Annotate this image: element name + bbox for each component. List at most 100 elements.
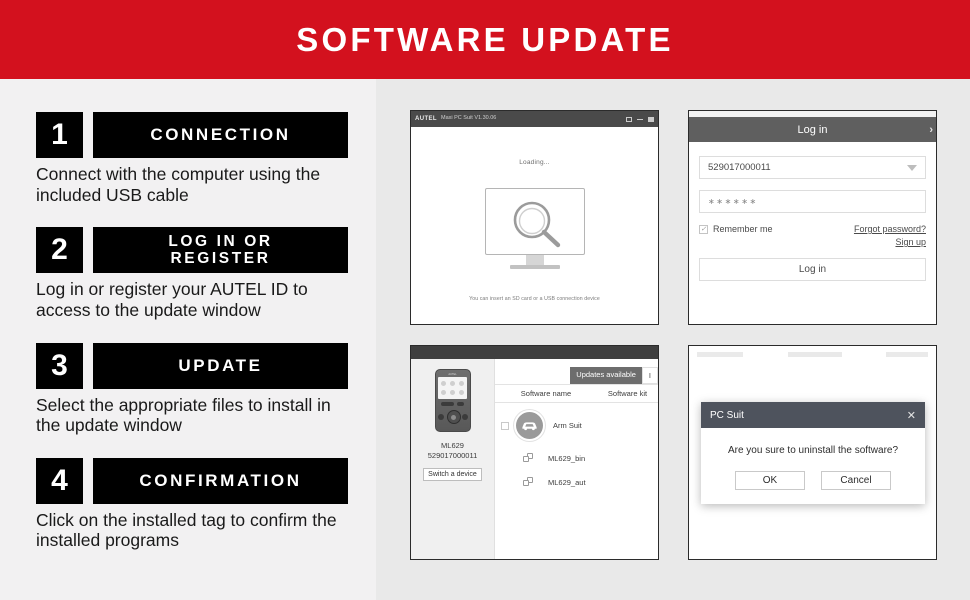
dialog-titlebar: PC Suit ✕ <box>701 402 925 428</box>
screenshot-confirmation: PC Suit ✕ Are you sure to uninstall the … <box>688 345 937 560</box>
connection-window-title: Maxi PC Suit V1.30.06 <box>441 115 497 122</box>
step-4-header: 4 CONFIRMATION <box>36 457 348 504</box>
signup-row: Sign up <box>699 237 926 247</box>
ok-button[interactable]: OK <box>735 471 805 490</box>
dpad-center-button <box>451 414 456 420</box>
page-title: SOFTWARE UPDATE <box>296 20 674 58</box>
minimize-icon[interactable] <box>637 118 643 120</box>
confirmation-background: PC Suit ✕ Are you sure to uninstall the … <box>689 346 936 559</box>
forgot-password-link[interactable]: Forgot password? <box>854 224 926 234</box>
row-software-name: ML629_aut <box>548 477 586 487</box>
step-1-header: 1 CONNECTION <box>36 112 348 158</box>
step-3-number: 3 <box>36 342 83 389</box>
tab-updates-available[interactable]: Updates available <box>570 367 642 384</box>
screenshot-update: AUTEL ML629 529017000011 Switch a device… <box>410 345 659 560</box>
tab-installed[interactable]: I <box>641 367 658 384</box>
step-1: 1 CONNECTION Connect with the computer u… <box>36 112 348 205</box>
software-list-pane: Updates available I Software name Softwa… <box>495 359 658 559</box>
login-title-text: Log in <box>797 123 828 136</box>
monitor-neck <box>525 255 544 265</box>
step-2-description: Log in or register your AUTEL ID to acce… <box>36 279 308 320</box>
chevron-right-icon[interactable]: › <box>929 124 933 136</box>
file-copy-icon <box>523 453 534 463</box>
device-icon-5 <box>449 390 455 396</box>
loading-text: Loading... <box>519 159 550 166</box>
step-2-label: LOG IN OR REGISTER <box>93 227 348 274</box>
device-serial: 529017000011 <box>427 451 478 460</box>
login-titlebar: Log in › <box>689 117 936 142</box>
device-icon-2 <box>449 380 455 386</box>
car-icon <box>516 412 543 439</box>
close-icon[interactable] <box>648 116 654 122</box>
password-field[interactable]: ∗∗∗∗∗∗ <box>699 190 926 213</box>
step-3-label: UPDATE <box>93 342 348 389</box>
uninstall-dialog: PC Suit ✕ Are you sure to uninstall the … <box>701 402 925 504</box>
close-icon[interactable]: ✕ <box>907 409 916 422</box>
step-2-label-line2: REGISTER <box>170 250 271 268</box>
row-checkbox[interactable] <box>501 421 509 430</box>
step-3-description: Select the appropriate files to install … <box>36 394 331 436</box>
device-button-wide <box>441 402 454 406</box>
device-sidebar: AUTEL ML629 529017000011 Switch a device <box>411 359 495 559</box>
ghost-bar-3 <box>886 352 928 357</box>
step-3-header: 3 UPDATE <box>36 342 348 389</box>
login-options-row: ✓ Remember me Forgot password? <box>699 224 926 234</box>
step-2: 2 LOG IN OR REGISTER Log in or register … <box>36 227 348 320</box>
file-copy-icon <box>523 477 534 487</box>
step-1-number: 1 <box>36 112 83 158</box>
device-icon-4 <box>441 390 447 396</box>
row-software-name: Arm Suit <box>553 421 582 430</box>
sign-up-link[interactable]: Sign up <box>895 237 926 247</box>
table-row[interactable]: Arm Suit <box>495 403 658 439</box>
ghost-bar-2 <box>787 352 842 357</box>
step-2-header: 2 LOG IN OR REGISTER <box>36 227 348 274</box>
step-4-description: Click on the installed tag to confirm th… <box>36 509 337 551</box>
step-1-label: CONNECTION <box>93 112 348 158</box>
step-2-number: 2 <box>36 227 83 274</box>
column-software-name: Software name <box>520 389 572 398</box>
dpad-left-button <box>437 414 444 420</box>
login-form: 529017000011 ∗∗∗∗∗∗ ✓ Remember me Forgot… <box>689 142 936 324</box>
restore-icon[interactable] <box>626 116 632 122</box>
dialog-buttons: OK Cancel <box>711 471 915 490</box>
password-value: ∗∗∗∗∗∗ <box>708 197 758 206</box>
dialog-title: PC Suit <box>710 409 744 421</box>
row-software-name: ML629_bin <box>548 453 586 463</box>
window-controls <box>626 116 654 122</box>
step-1-description: Connect with the computer using the incl… <box>36 164 321 205</box>
step-4: 4 CONFIRMATION Click on the installed ta… <box>36 457 348 551</box>
step-3: 3 UPDATE Select the appropriate files to… <box>36 342 348 436</box>
table-row[interactable]: ML629_aut <box>495 463 658 487</box>
page-root: SOFTWARE UPDATE 1 CONNECTION Connect wit… <box>0 0 970 600</box>
monitor-base <box>509 265 560 269</box>
steps-column: 1 CONNECTION Connect with the computer u… <box>0 79 376 600</box>
device-dpad <box>437 409 468 426</box>
screenshot-connection: AUTEL Maxi PC Suit V1.30.06 Loading... Y… <box>410 110 659 325</box>
connection-body: Loading... You can insert an SD card or … <box>411 127 658 324</box>
cancel-button[interactable]: Cancel <box>821 471 891 490</box>
dialog-message: Are you sure to uninstall the software? <box>727 445 899 456</box>
column-software-kit: Software kit <box>607 389 648 398</box>
switch-device-button[interactable]: Switch a device <box>423 468 482 481</box>
screenshot-login: Log in › 529017000011 ∗∗∗∗∗∗ ✓ Remember … <box>688 110 937 325</box>
device-button-small <box>457 402 464 406</box>
remember-me-checkbox[interactable]: ✓ Remember me <box>699 224 773 234</box>
steps-list: 1 CONNECTION Connect with the computer u… <box>36 112 348 551</box>
dpad-right-button <box>461 414 468 420</box>
monitor-illustration <box>484 188 585 269</box>
connection-hint-text: You can insert an SD card or a USB conne… <box>469 296 600 302</box>
username-field[interactable]: 529017000011 <box>699 156 926 179</box>
update-titlebar <box>411 346 658 359</box>
ghost-bar-1 <box>697 352 743 357</box>
login-button[interactable]: Log in <box>699 258 926 281</box>
device-button-row <box>441 402 464 406</box>
device-icon-3 <box>458 380 464 386</box>
dialog-body: Are you sure to uninstall the software? … <box>701 428 925 504</box>
step-4-number: 4 <box>36 457 83 504</box>
update-tabs: Updates available I <box>495 359 658 384</box>
remember-me-label: Remember me <box>713 224 773 234</box>
chevron-down-icon[interactable] <box>907 164 917 171</box>
device-icon-6 <box>458 390 464 396</box>
device-name: ML629 <box>441 441 464 450</box>
table-row[interactable]: ML629_bin <box>495 439 658 463</box>
